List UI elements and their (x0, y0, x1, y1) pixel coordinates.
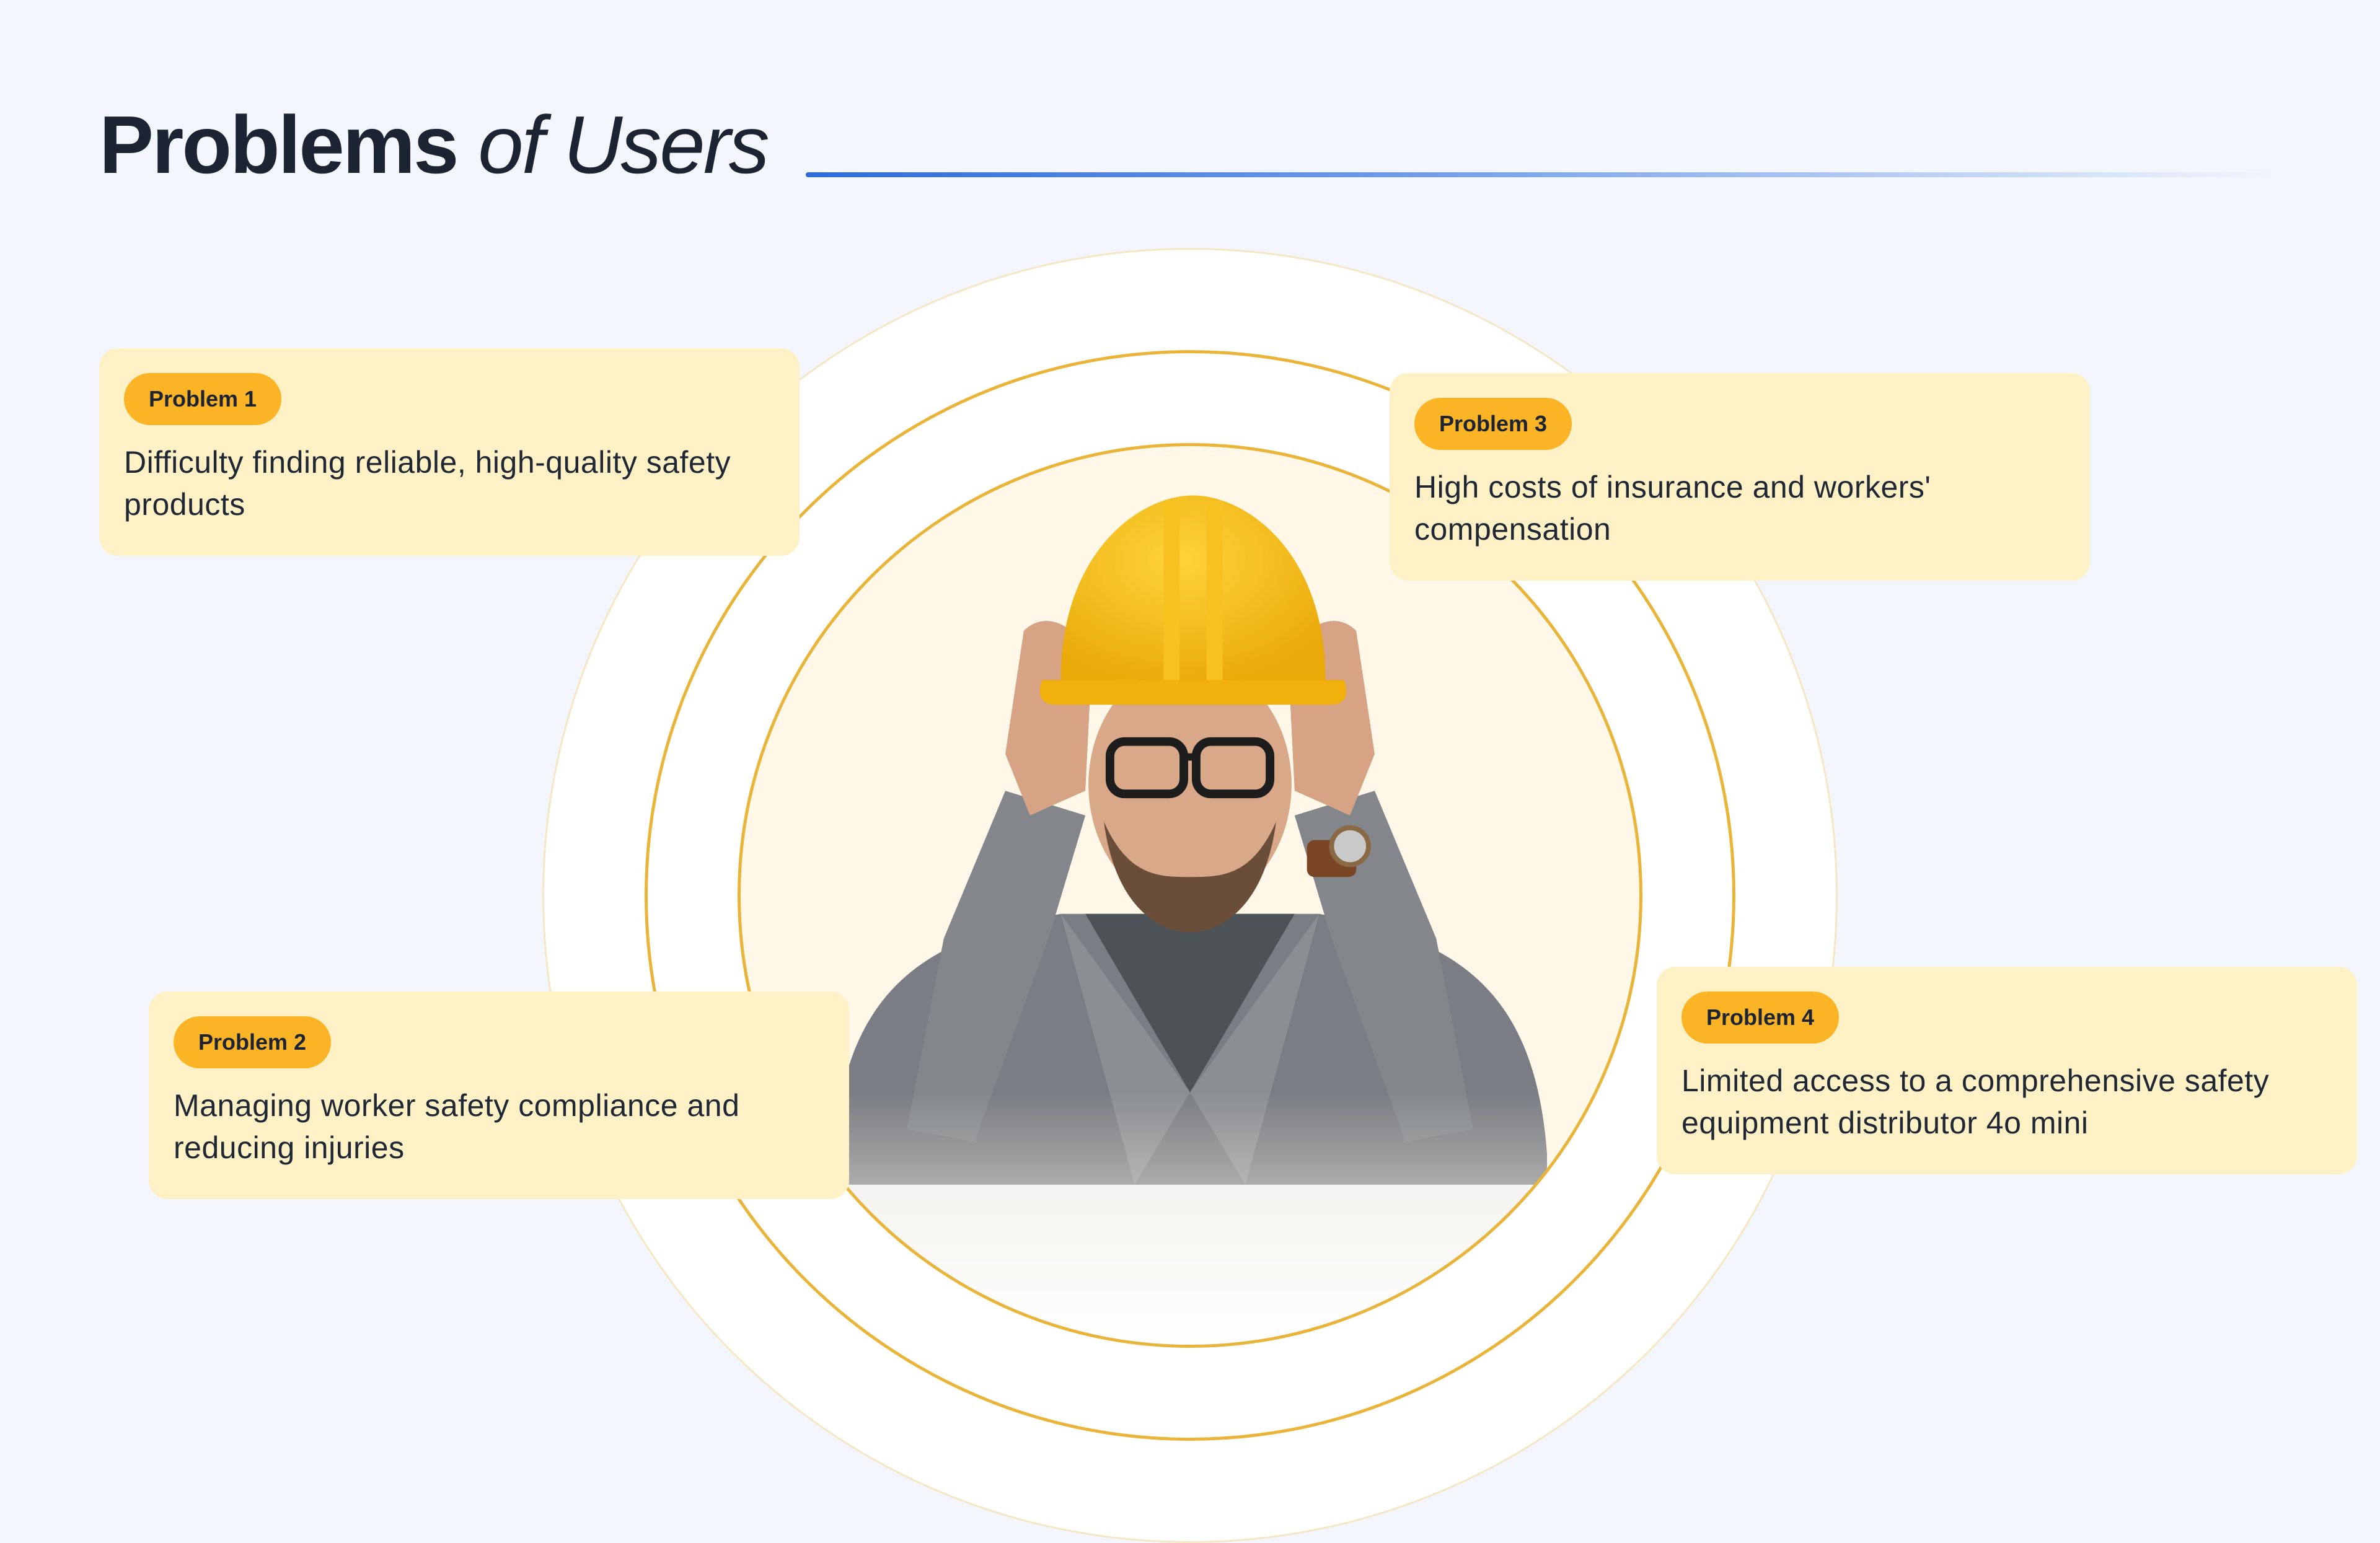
problem-badge: Problem 3 (1414, 398, 1572, 450)
problem-text: High costs of insurance and workers' com… (1414, 470, 1931, 547)
problem-card-1: Problem 1 Difficulty finding reliable, h… (99, 348, 800, 556)
problem-text: Difficulty finding reliable, high-qualit… (124, 445, 731, 522)
problem-card-4: Problem 4 Limited access to a comprehens… (1657, 967, 2357, 1174)
problem-card-2: Problem 2 Managing worker safety complia… (149, 991, 849, 1199)
title-divider (806, 172, 2281, 177)
title-rest: of Users (478, 99, 769, 190)
title-bold: Problems (99, 99, 459, 190)
page-title: Problems of Users (99, 104, 770, 186)
problem-text: Managing worker safety compliance and re… (174, 1088, 740, 1165)
problem-badge: Problem 4 (1681, 991, 1840, 1044)
problem-text: Limited access to a comprehensive safety… (1681, 1063, 2270, 1140)
problem-card-3: Problem 3 High costs of insurance and wo… (1390, 373, 2090, 581)
worker-photo (741, 495, 1639, 1345)
problem-badge: Problem 2 (174, 1016, 332, 1068)
problem-badge: Problem 1 (124, 373, 282, 425)
